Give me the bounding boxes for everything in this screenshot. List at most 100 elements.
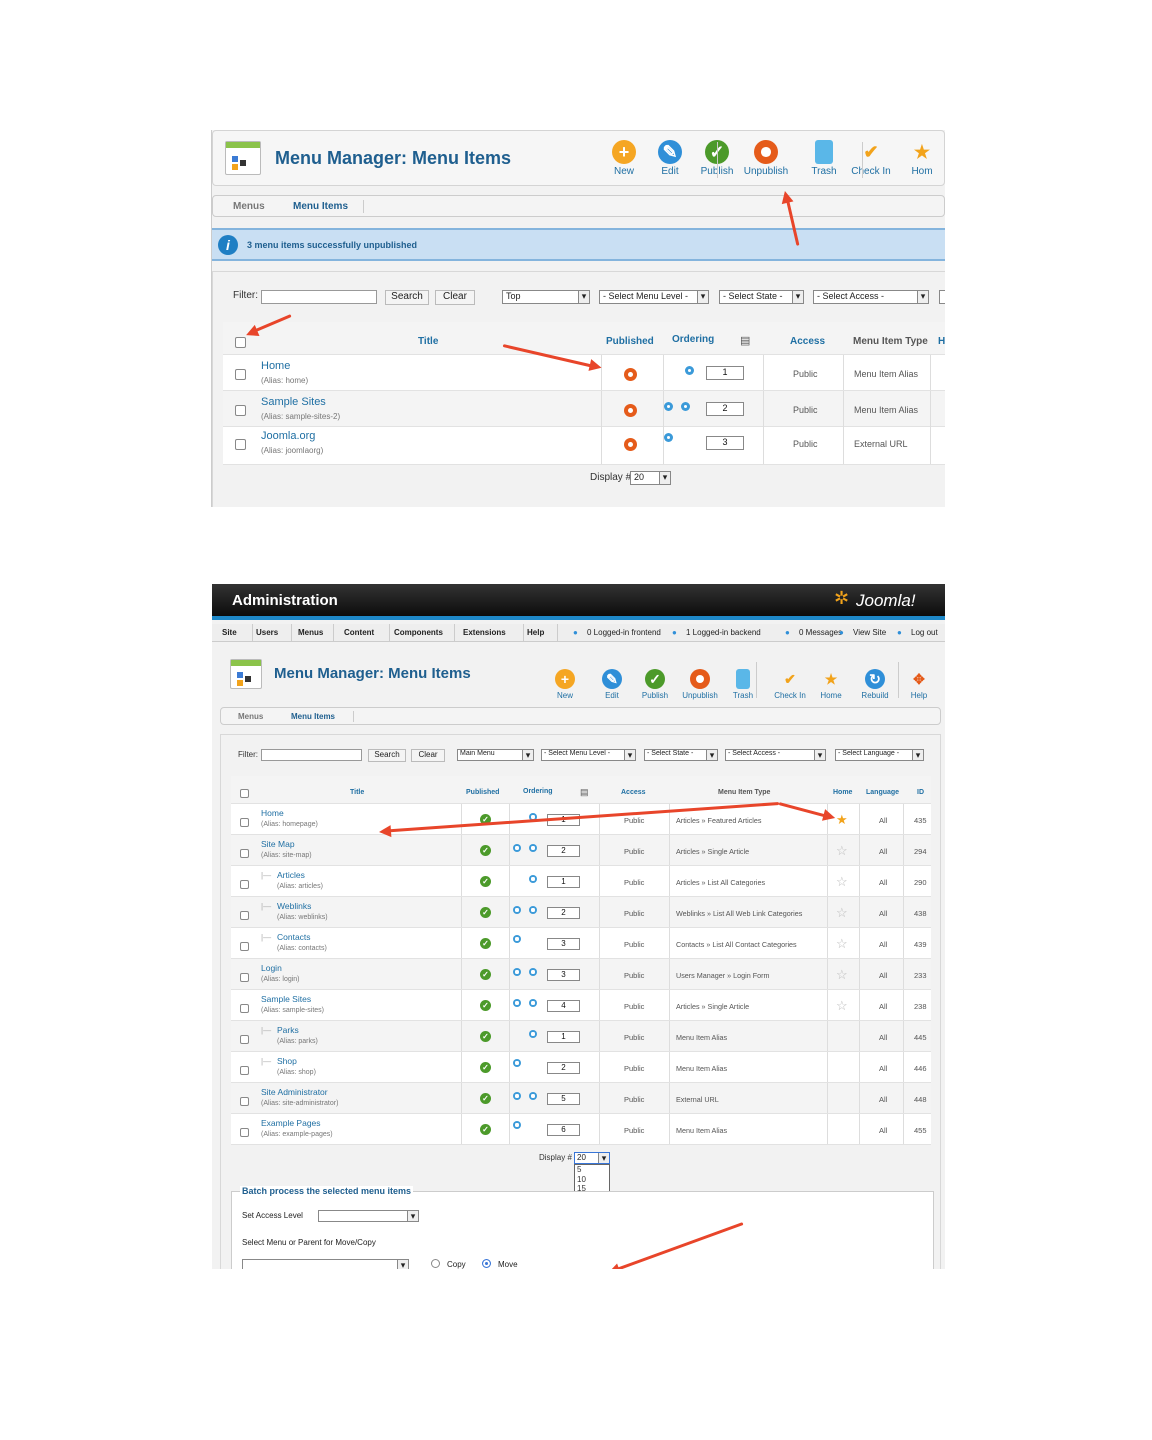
row-checkbox[interactable]: [240, 1066, 249, 1075]
col-access[interactable]: Access: [790, 336, 825, 347]
order-input[interactable]: 2: [706, 402, 744, 416]
row-checkbox[interactable]: [240, 849, 249, 858]
menubar-item-components[interactable]: Components: [394, 628, 443, 637]
item-title-link[interactable]: Login: [261, 963, 282, 973]
published-status-icon[interactable]: [480, 876, 491, 887]
state-select[interactable]: - Select State -: [644, 749, 718, 761]
item-title-link[interactable]: Shop: [277, 1056, 297, 1066]
language-select[interactable]: [939, 290, 945, 304]
order-arrow-icon[interactable]: [664, 402, 673, 411]
toolbar-button-trash[interactable]: Trash: [718, 669, 768, 700]
order-arrow-icon[interactable]: [529, 968, 537, 976]
menu-select[interactable]: Top: [502, 290, 590, 304]
order-arrow-icon[interactable]: [529, 844, 537, 852]
order-arrow-icon[interactable]: [513, 1059, 521, 1067]
menubar-item-extensions[interactable]: Extensions: [463, 628, 506, 637]
order-arrow-icon[interactable]: [513, 968, 521, 976]
published-status-icon[interactable]: [480, 938, 491, 949]
row-checkbox[interactable]: [240, 880, 249, 889]
col-published[interactable]: Published: [606, 336, 654, 347]
item-title-link[interactable]: Joomla.org: [261, 430, 315, 442]
tab-menus[interactable]: Menus: [238, 712, 263, 721]
published-status-icon[interactable]: [480, 907, 491, 918]
status-view_site[interactable]: View Site: [853, 628, 886, 637]
row-checkbox[interactable]: [240, 1004, 249, 1013]
toolbar-button-help[interactable]: ✥ Help: [894, 669, 944, 700]
row-checkbox[interactable]: [240, 1035, 249, 1044]
item-title-link[interactable]: Sample Sites: [261, 396, 326, 408]
home-set-star-icon[interactable]: ☆: [836, 967, 848, 983]
tab-menus[interactable]: Menus: [233, 201, 265, 212]
toolbar-button-new[interactable]: + New: [540, 669, 590, 700]
filter-search-input[interactable]: [261, 749, 362, 761]
save-order-icon[interactable]: ▤: [740, 334, 750, 347]
order-arrow-icon[interactable]: [513, 1121, 521, 1129]
item-title-link[interactable]: Parks: [277, 1025, 299, 1035]
col-ordering[interactable]: Ordering: [523, 788, 553, 795]
item-title-link[interactable]: Articles: [277, 870, 305, 880]
row-checkbox[interactable]: [240, 942, 249, 951]
item-title-link[interactable]: Site Administrator: [261, 1087, 328, 1097]
display-select[interactable]: 20: [574, 1152, 610, 1164]
order-arrow-icon[interactable]: [513, 999, 521, 1007]
batch-target-select[interactable]: [242, 1259, 409, 1269]
row-checkbox[interactable]: [240, 911, 249, 920]
display-select[interactable]: 20: [630, 471, 671, 485]
menubar-item-help[interactable]: Help: [527, 628, 544, 637]
move-radio[interactable]: [482, 1259, 491, 1268]
status-logout[interactable]: Log out: [911, 628, 938, 637]
order-arrow-icon[interactable]: [529, 1092, 537, 1100]
order-input[interactable]: 1: [706, 366, 744, 380]
col-title[interactable]: Title: [418, 336, 438, 347]
order-arrow-icon[interactable]: [529, 1030, 537, 1038]
published-status-icon[interactable]: [480, 1031, 491, 1042]
order-arrow-icon[interactable]: [529, 999, 537, 1007]
menu-level-select[interactable]: - Select Menu Level -: [541, 749, 636, 761]
order-input[interactable]: 6: [547, 1124, 580, 1136]
unpublished-status-icon[interactable]: [624, 368, 637, 381]
status-messages[interactable]: 0 Messages: [799, 628, 842, 637]
published-status-icon[interactable]: [480, 1093, 491, 1104]
order-arrow-icon[interactable]: [664, 433, 673, 442]
col-home[interactable]: Home: [833, 789, 852, 796]
published-status-icon[interactable]: [480, 1124, 491, 1135]
item-title-link[interactable]: Site Map: [261, 839, 295, 849]
access-select[interactable]: - Select Access -: [725, 749, 826, 761]
order-input[interactable]: 1: [547, 1031, 580, 1043]
order-arrow-icon[interactable]: [513, 1092, 521, 1100]
unpublished-status-icon[interactable]: [624, 404, 637, 417]
toolbar-button-trash[interactable]: Trash: [797, 140, 851, 177]
toolbar-button-check-in[interactable]: ✔ Check In: [844, 140, 898, 177]
order-input[interactable]: 3: [547, 938, 580, 950]
published-status-icon[interactable]: [480, 1062, 491, 1073]
published-status-icon[interactable]: [480, 1000, 491, 1011]
order-input[interactable]: 2: [547, 845, 580, 857]
copy-radio[interactable]: [431, 1259, 440, 1268]
clear-button[interactable]: Clear: [411, 749, 445, 762]
row-checkbox[interactable]: [240, 973, 249, 982]
select-all-checkbox[interactable]: [235, 337, 246, 348]
order-input[interactable]: 2: [547, 1062, 580, 1074]
row-checkbox[interactable]: [235, 439, 246, 450]
order-input[interactable]: 5: [547, 1093, 580, 1105]
select-all-checkbox[interactable]: [240, 789, 249, 798]
order-arrow-icon[interactable]: [685, 366, 694, 375]
menubar-item-site[interactable]: Site: [222, 628, 237, 637]
published-status-icon[interactable]: [480, 969, 491, 980]
batch-access-select[interactable]: [318, 1210, 419, 1222]
row-checkbox[interactable]: [240, 1128, 249, 1137]
menu-level-select[interactable]: - Select Menu Level -: [599, 290, 709, 304]
menubar-item-menus[interactable]: Menus: [298, 628, 323, 637]
menubar-item-users[interactable]: Users: [256, 628, 278, 637]
toolbar-button-publish[interactable]: ✓ Publish: [630, 669, 680, 700]
order-arrow-icon[interactable]: [681, 402, 690, 411]
row-checkbox[interactable]: [240, 1097, 249, 1106]
order-input[interactable]: 4: [547, 1000, 580, 1012]
col-home[interactable]: Ho: [938, 336, 945, 347]
item-title-link[interactable]: Example Pages: [261, 1118, 321, 1128]
row-checkbox[interactable]: [235, 369, 246, 380]
tab-menu-items[interactable]: Menu Items: [293, 201, 348, 212]
filter-search-input[interactable]: [261, 290, 377, 304]
col-menu-item-type[interactable]: Menu Item Type: [718, 789, 770, 796]
toolbar-button-unpublish[interactable]: Unpublish: [739, 140, 793, 177]
